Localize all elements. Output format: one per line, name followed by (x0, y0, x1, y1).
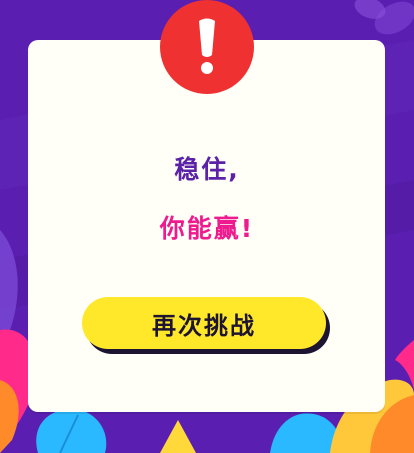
game-over-screen: 稳住, 你能赢! 再次挑战 (0, 0, 414, 453)
encouragement-line-1: 稳住, (174, 155, 240, 184)
exclamation-icon (160, 0, 254, 94)
encouragement-line-2: 你能赢! (159, 214, 255, 243)
retry-button[interactable]: 再次挑战 (82, 297, 326, 349)
